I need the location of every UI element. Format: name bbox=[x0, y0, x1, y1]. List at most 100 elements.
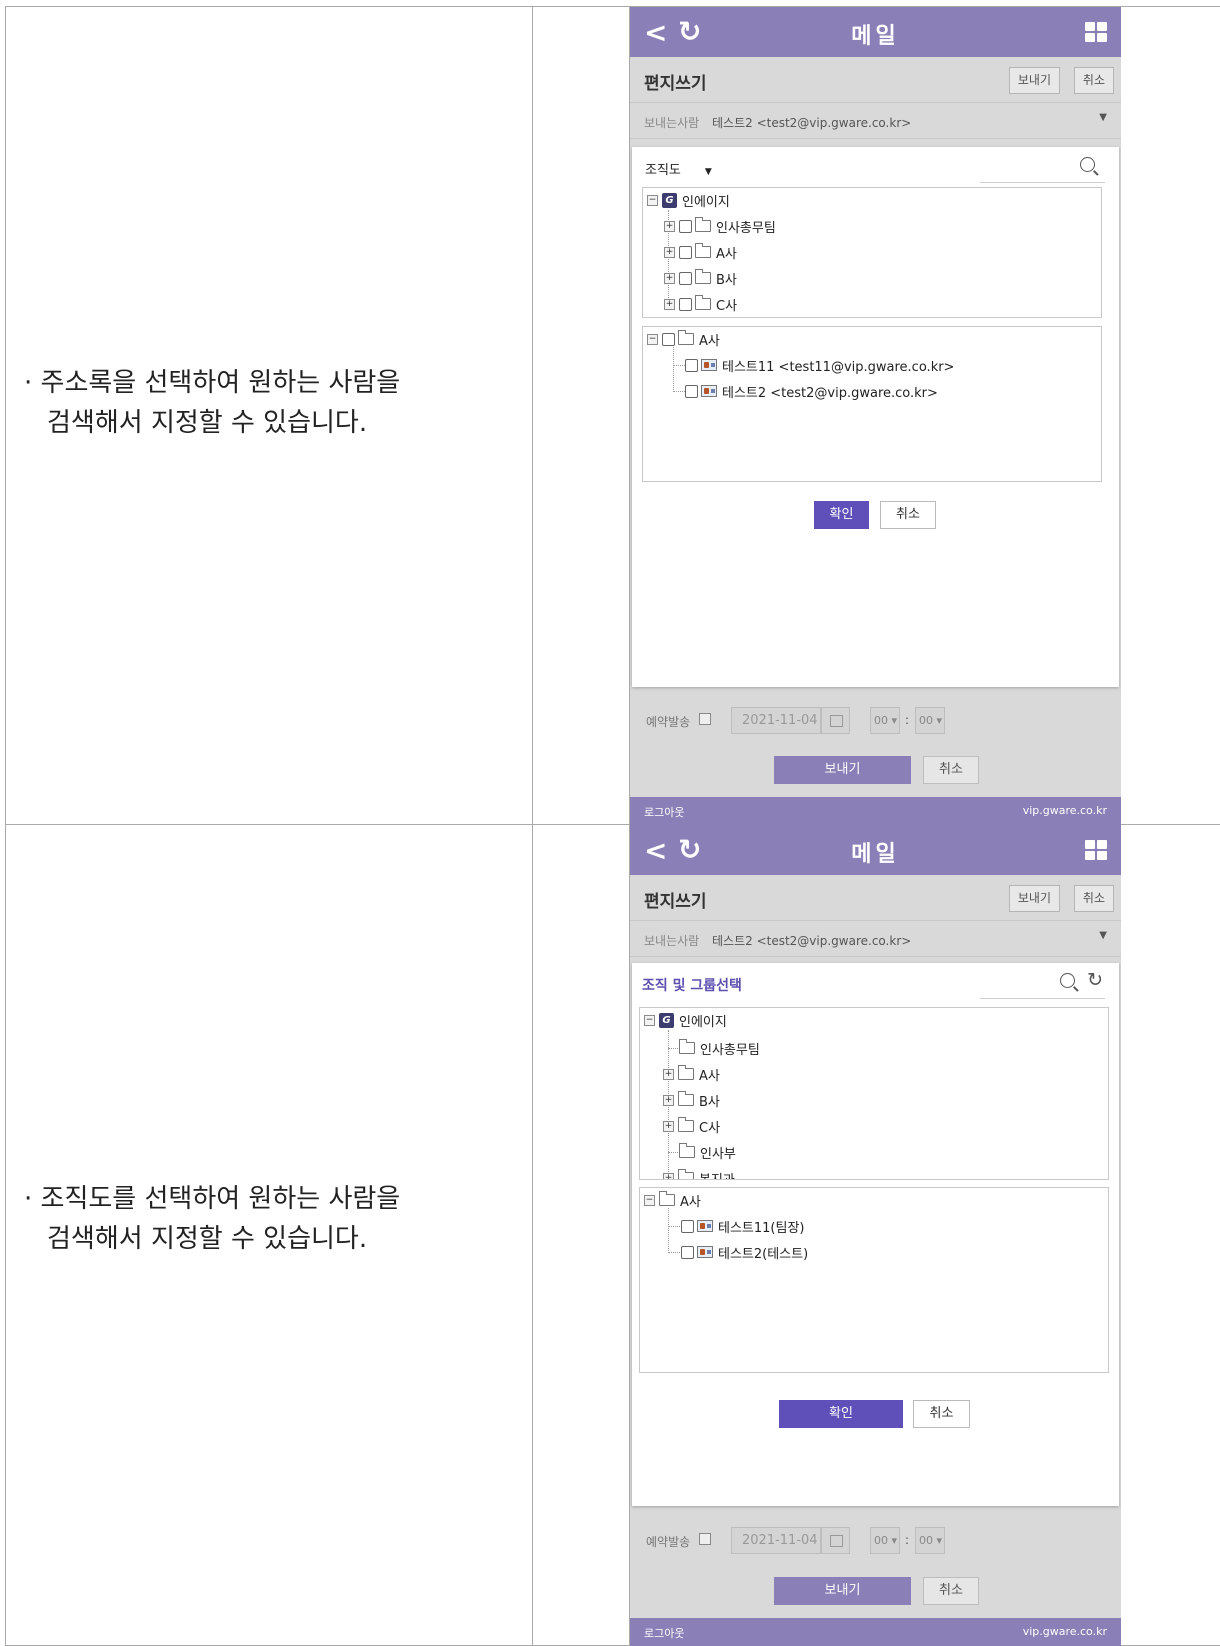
modal-cancel-button[interactable]: 취소 bbox=[880, 501, 936, 529]
expand-icon[interactable]: + bbox=[663, 1121, 674, 1132]
table-row: · 주소록을 선택하여 원하는 사람을 검색해서 지정할 수 있습니다. < ↻… bbox=[6, 7, 1220, 825]
description-text: · 조직도를 선택하여 원하는 사람을 검색해서 지정할 수 있습니다. bbox=[24, 1179, 400, 1259]
folder-icon bbox=[695, 220, 711, 232]
folder-icon bbox=[678, 1120, 694, 1132]
date-field[interactable]: 2021-11-04 bbox=[731, 1527, 821, 1554]
tree-node[interactable]: + B사 bbox=[663, 1090, 720, 1110]
folder-icon bbox=[678, 333, 694, 345]
folder-icon bbox=[695, 272, 711, 284]
spacer-cell bbox=[1121, 825, 1220, 1646]
checkbox[interactable] bbox=[681, 1246, 694, 1259]
expand-icon[interactable]: + bbox=[664, 221, 675, 232]
user-card-icon bbox=[697, 1246, 713, 1258]
logout-link[interactable]: 로그아웃 bbox=[644, 804, 684, 820]
tree-node[interactable]: + C사 bbox=[664, 294, 737, 314]
collapse-icon[interactable]: − bbox=[644, 1015, 655, 1026]
minute-select[interactable]: 00 ▾ bbox=[915, 707, 945, 734]
search-input[interactable] bbox=[980, 998, 1105, 999]
expand-icon[interactable]: + bbox=[664, 299, 675, 310]
search-input[interactable] bbox=[980, 182, 1105, 183]
folder-icon bbox=[678, 1094, 694, 1106]
sender-row[interactable]: 보내는사람 테스트2 <test2@vip.gware.co.kr> ▼ bbox=[630, 921, 1121, 957]
collapse-icon[interactable]: − bbox=[644, 1195, 655, 1206]
calendar-icon[interactable] bbox=[821, 707, 850, 734]
reservation-checkbox[interactable] bbox=[699, 1533, 711, 1545]
checkbox[interactable] bbox=[679, 272, 692, 285]
confirm-button[interactable]: 확인 bbox=[779, 1400, 903, 1428]
tree-node[interactable]: + A사 bbox=[663, 1064, 720, 1084]
calendar-icon[interactable] bbox=[821, 1527, 850, 1554]
source-dropdown[interactable]: 조직도▼ bbox=[645, 159, 712, 178]
checkbox[interactable] bbox=[685, 359, 698, 372]
list-item[interactable]: 테스트2 <test2@vip.gware.co.kr> bbox=[685, 381, 938, 401]
folder-icon bbox=[679, 1146, 695, 1158]
cancel-button[interactable]: 취소 bbox=[1074, 885, 1114, 912]
expand-icon[interactable]: + bbox=[663, 1069, 674, 1080]
tree-node[interactable]: + C사 bbox=[663, 1116, 720, 1136]
table-row: · 조직도를 선택하여 원하는 사람을 검색해서 지정할 수 있습니다. < ↻… bbox=[6, 825, 1220, 1646]
sender-value: 테스트2 <test2@vip.gware.co.kr> bbox=[712, 932, 911, 949]
user-card-icon bbox=[701, 359, 717, 371]
grid-icon[interactable] bbox=[1085, 22, 1107, 42]
refresh-icon[interactable]: ↻ bbox=[1087, 969, 1103, 991]
checkbox[interactable] bbox=[662, 333, 675, 346]
spacer-cell bbox=[533, 825, 630, 1646]
search-icon[interactable] bbox=[1060, 973, 1075, 988]
bottom-send-button[interactable]: 보내기 bbox=[774, 756, 911, 784]
tree-node-root[interactable]: − G 인에이지 bbox=[647, 190, 730, 210]
org-tree: − G 인에이지 인사총무팀 + A사 bbox=[639, 1007, 1109, 1180]
mobile-mail-screen: < ↻ 메일 편지쓰기 보내기 취소 보내는사람 테스트2 <test2@vip… bbox=[630, 825, 1121, 1646]
checkbox[interactable] bbox=[679, 220, 692, 233]
expand-icon[interactable]: + bbox=[663, 1095, 674, 1106]
expand-icon[interactable]: + bbox=[663, 1173, 674, 1181]
cancel-button[interactable]: 취소 bbox=[1074, 67, 1114, 94]
minute-select[interactable]: 00 ▾ bbox=[915, 1527, 945, 1554]
modal-cancel-button[interactable]: 취소 bbox=[913, 1400, 970, 1428]
member-group[interactable]: − A사 bbox=[647, 329, 720, 349]
app-title: 메일 bbox=[630, 836, 1121, 868]
sender-row[interactable]: 보내는사람 테스트2 <test2@vip.gware.co.kr> ▼ bbox=[630, 103, 1121, 139]
bottom-send-button[interactable]: 보내기 bbox=[774, 1577, 911, 1605]
checkbox[interactable] bbox=[679, 246, 692, 259]
tree-node[interactable]: 인사부 bbox=[679, 1142, 736, 1162]
confirm-button[interactable]: 확인 bbox=[814, 501, 869, 529]
tree-node-root[interactable]: − G 인에이지 bbox=[644, 1010, 727, 1030]
list-item[interactable]: 테스트2(테스트) bbox=[681, 1242, 808, 1262]
reservation-row: 예약발송 2021-11-04 00 ▾ : 00 ▾ bbox=[630, 1525, 1121, 1555]
tree-node[interactable]: 인사총무팀 bbox=[679, 1038, 760, 1058]
tree-node[interactable]: + 인사총무팀 bbox=[664, 216, 776, 236]
caret-down-icon[interactable]: ▼ bbox=[1099, 930, 1107, 941]
list-item[interactable]: 테스트11(팀장) bbox=[681, 1216, 805, 1236]
collapse-icon[interactable]: − bbox=[647, 334, 658, 345]
reservation-checkbox[interactable] bbox=[699, 713, 711, 725]
caret-down-icon[interactable]: ▼ bbox=[1099, 112, 1107, 123]
checkbox[interactable] bbox=[681, 1220, 694, 1233]
list-item[interactable]: 테스트11 <test11@vip.gware.co.kr> bbox=[685, 355, 954, 375]
expand-icon[interactable]: + bbox=[664, 273, 675, 284]
company-logo-icon: G bbox=[659, 1013, 674, 1028]
grid-icon[interactable] bbox=[1085, 840, 1107, 860]
document-table: · 주소록을 선택하여 원하는 사람을 검색해서 지정할 수 있습니다. < ↻… bbox=[5, 6, 1220, 1646]
folder-icon bbox=[679, 1042, 695, 1054]
user-card-icon bbox=[701, 385, 717, 397]
member-group[interactable]: − A사 bbox=[644, 1190, 701, 1210]
send-button[interactable]: 보내기 bbox=[1009, 885, 1060, 912]
checkbox[interactable] bbox=[685, 385, 698, 398]
search-icon[interactable] bbox=[1080, 157, 1095, 172]
member-list: − A사 테스트11(팀장) 테스트2(테스트) bbox=[639, 1187, 1109, 1373]
bottom-cancel-button[interactable]: 취소 bbox=[923, 756, 979, 784]
checkbox[interactable] bbox=[679, 298, 692, 311]
modal-header: 조직 및 그룹선택 ↻ bbox=[632, 963, 1119, 1003]
send-button[interactable]: 보내기 bbox=[1009, 67, 1060, 94]
tree-node[interactable]: + 복지과 bbox=[663, 1168, 735, 1180]
collapse-icon[interactable]: − bbox=[647, 195, 658, 206]
org-picker-modal: 조직 및 그룹선택 ↻ − G 인에이지 bbox=[632, 963, 1119, 1506]
hour-select[interactable]: 00 ▾ bbox=[870, 707, 900, 734]
date-field[interactable]: 2021-11-04 bbox=[731, 707, 821, 734]
tree-node[interactable]: + A사 bbox=[664, 242, 737, 262]
expand-icon[interactable]: + bbox=[664, 247, 675, 258]
org-tree: − G 인에이지 + 인사총무팀 + bbox=[642, 187, 1102, 318]
tree-node[interactable]: + B사 bbox=[664, 268, 737, 288]
hour-select[interactable]: 00 ▾ bbox=[870, 1527, 900, 1554]
bottom-cancel-button[interactable]: 취소 bbox=[923, 1577, 979, 1605]
